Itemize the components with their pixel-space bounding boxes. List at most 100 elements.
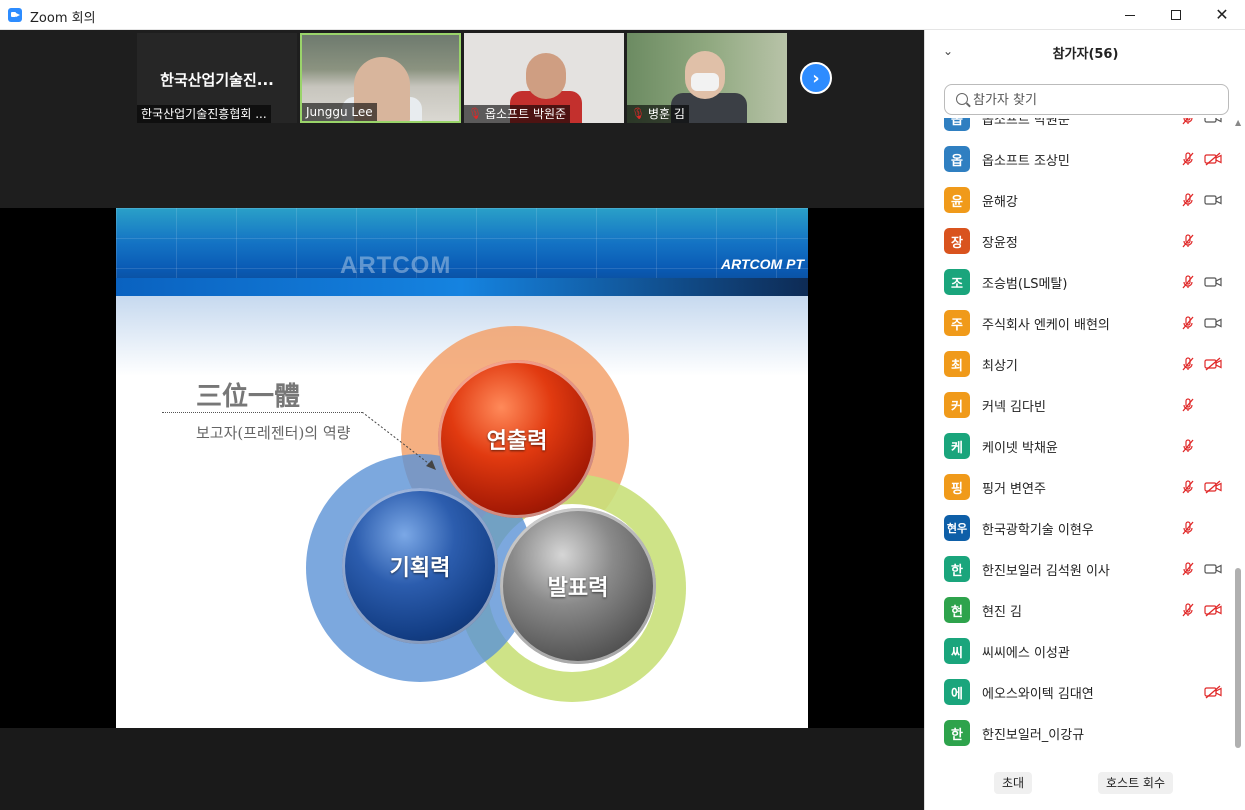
reclaim-host-button[interactable]: 호스트 회수 [1098,772,1174,794]
video-camera-icon [1204,316,1222,330]
arrow-icon [362,412,436,470]
participant-name: 씨씨에스 이성관 [982,646,1070,661]
slide-subheading: 보고자(프레젠터)의 역량 [196,424,351,442]
video-tile[interactable]: 한국산업기술진... 한국산업기술진흥협회 ... [137,33,297,123]
mic-muted-icon [1180,233,1196,249]
participant-row[interactable]: 윤 윤해강 [925,180,1235,221]
participant-name: 에오스와이텍 김대연 [982,687,1094,702]
tile-name: 한국산업기술진흥협회 ... [141,107,267,121]
slide-logo-right: ARTCOM PT [721,256,804,272]
avatar: 윤 [944,187,970,213]
scroll-up-icon[interactable]: ▲ [1235,118,1241,127]
tile-name-tag: 🎙︎ 옵소프트 박원준 [464,105,571,123]
video-tile[interactable]: 🎙︎ 옵소프트 박원준 [464,33,624,123]
video-camera-icon [1204,562,1222,576]
slide-banner: ARTCOM ARTCOM PT [116,208,808,308]
avatar: 주 [944,310,970,336]
participant-row[interactable]: 현우 한국광학기술 이현우 [925,508,1235,549]
participant-row[interactable]: 케 케이넷 박채윤 [925,426,1235,467]
slide-divider [162,412,362,413]
tile-name-tag: 한국산업기술진흥협회 ... [137,105,271,123]
avatar: 씨 [944,638,970,664]
mic-muted-icon [1180,356,1196,372]
shared-slide: ARTCOM ARTCOM PT 연출력 기획력 발표력 三位一體 보고자(프레… [116,208,808,728]
tile-name-tag: 🎙︎ 병훈 김 [627,105,689,123]
participant-row[interactable]: 현 현진 김 [925,590,1235,631]
participant-list: 옵 옵소프트 박원준옵 옵소프트 조상민윤 윤해강장 장윤정 조 조승범(LS메탈) 주 주식회… [925,118,1235,768]
avatar: 케 [944,433,970,459]
avatar: 커 [944,392,970,418]
video-off-icon [1204,152,1222,166]
slide-logo: ARTCOM [340,252,452,279]
sphere-presentation: 발표력 [500,508,656,664]
avatar: 옵 [944,146,970,172]
video-camera-icon [1204,193,1222,207]
participant-row[interactable]: 커 커넥 김다빈 [925,385,1235,426]
search-icon [956,93,968,105]
mic-muted-icon [1180,118,1196,126]
participant-name: 커넥 김다빈 [982,400,1046,415]
participant-row[interactable]: 한 한진보일러 김석원 이사 [925,549,1235,590]
avatar: 핑 [944,474,970,500]
avatar: 한 [944,720,970,746]
participant-name: 옵소프트 박원준 [982,118,1070,128]
avatar: 에 [944,679,970,705]
invite-button[interactable]: 초대 [994,772,1033,794]
participant-name: 핑거 변연주 [982,482,1046,497]
avatar: 장 [944,228,970,254]
slide-heading: 三位一體 [196,382,301,412]
participant-row[interactable]: 한 한진보일러_이강규 [925,713,1235,754]
participant-name: 조승범(LS메탈) [982,277,1068,292]
panel-footer: 초대 호스트 회수 [925,768,1245,810]
participant-name: 한진보일러_이강규 [982,728,1085,743]
mic-muted-icon [1180,274,1196,290]
avatar: 현 [944,597,970,623]
close-button[interactable]: ✕ [1199,0,1245,30]
participant-row[interactable]: 조 조승범(LS메탈) [925,262,1235,303]
mic-muted-icon [1180,151,1196,167]
participant-row[interactable]: 최 최상기 [925,344,1235,385]
video-tile[interactable]: 🎙︎ 병훈 김 [627,33,787,123]
mic-muted-icon [1180,520,1196,536]
maximize-icon [1171,10,1181,20]
participant-row[interactable]: 주 주식회사 엔케이 배현의 [925,303,1235,344]
minimize-button[interactable] [1107,0,1153,30]
video-off-icon [1204,603,1222,617]
mic-muted-icon: 🎙︎ [468,107,482,120]
search-box[interactable] [944,84,1229,115]
tile-name: 옵소프트 박원준 [484,107,567,121]
participant-row[interactable]: 에 에오스와이텍 김대연 [925,672,1235,713]
participant-name: 한국광학기술 이현우 [982,523,1094,538]
mic-muted-icon [1180,315,1196,331]
participant-row[interactable]: 옵 옵소프트 조상민 [925,139,1235,180]
participant-row[interactable]: 옵 옵소프트 박원준 [925,118,1235,139]
scroll-thumb[interactable] [1235,568,1241,748]
video-strip: 한국산업기술진... 한국산업기술진흥협회 ... Junggu Lee 🎙︎ … [0,30,924,208]
video-camera-icon [1204,118,1222,125]
mic-muted-icon [1180,602,1196,618]
maximize-button[interactable] [1153,0,1199,30]
participant-name: 현진 김 [982,605,1023,620]
tile-name: Junggu Lee [306,105,373,119]
avatar: 옵 [944,118,970,131]
participant-name: 주식회사 엔케이 배현의 [982,318,1110,333]
avatar: 현우 [944,515,970,541]
mic-muted-icon [1180,192,1196,208]
video-tile-active-speaker[interactable]: Junggu Lee [300,33,461,123]
participant-search-input[interactable] [973,90,1223,110]
scrollbar[interactable]: ▲ [1234,118,1242,768]
mic-muted-icon [1180,438,1196,454]
avatar: 한 [944,556,970,582]
video-camera-icon [1204,275,1222,289]
window-title: Zoom 회의 [30,11,96,26]
zoom-logo-icon [8,8,22,22]
participants-panel: ⌄ 참가자(56) 옵옵소프트 박원준옵옵소프트 조상민윤윤해강장장윤정조조승범… [924,30,1245,810]
next-page-button[interactable]: › [800,62,832,94]
tile-display-name: 한국산업기술진... [160,71,274,89]
participant-row[interactable]: 씨 씨씨에스 이성관 [925,631,1235,672]
video-off-icon [1204,480,1222,494]
participant-name: 윤해강 [982,195,1018,210]
participant-row[interactable]: 핑 핑거 변연주 [925,467,1235,508]
participant-row[interactable]: 장 장윤정 [925,221,1235,262]
video-off-icon [1204,685,1222,699]
